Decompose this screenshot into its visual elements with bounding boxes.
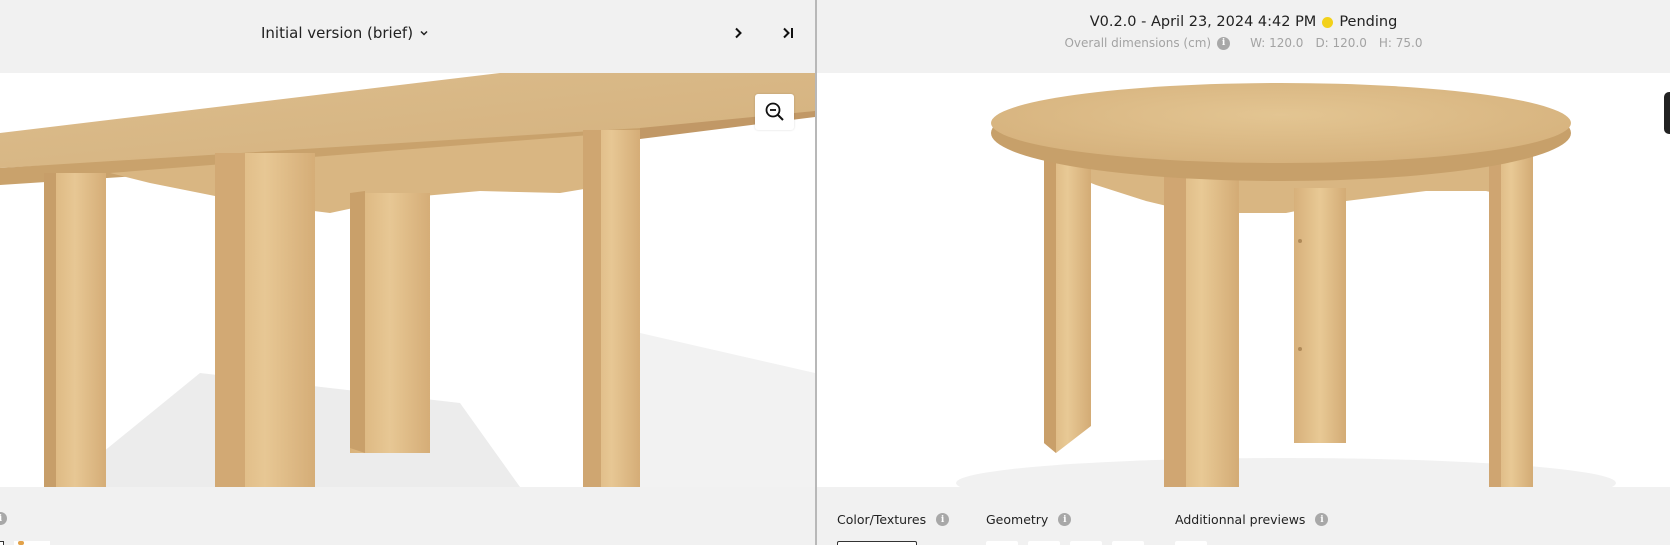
comparison-view: Initial version (brief) i V0.2.0 - April… [0, 0, 1670, 545]
next-version-button[interactable] [727, 22, 749, 44]
version-dropdown-label: Initial version (brief) [261, 24, 414, 42]
version-info: V0.2.0 - April 23, 2024 4:42 PM Pending [817, 14, 1670, 30]
tab-geometry[interactable]: Geometry i [986, 512, 1072, 527]
right-preview-image [866, 73, 1670, 487]
texture-thumbnail-selected[interactable] [837, 541, 917, 545]
dimension-depth: D: 120.0 [1315, 36, 1367, 50]
geometry-thumbnail[interactable] [1028, 541, 1060, 545]
dimensions-row: Overall dimensions (cm) i W: 120.0 D: 12… [817, 36, 1670, 50]
geometry-thumbnail[interactable] [1112, 541, 1144, 545]
skip-to-end-icon [783, 27, 793, 39]
table-closeup-render [0, 73, 815, 487]
tab-additional-previews-label: Additionnal previews [1175, 512, 1306, 527]
geometry-thumbnail[interactable] [986, 541, 1018, 545]
preview-thumbnail[interactable] [1175, 541, 1207, 545]
round-table-render [866, 73, 1670, 487]
dimension-height: H: 75.0 [1378, 36, 1423, 50]
chevron-right-icon [735, 27, 742, 39]
left-preview-image [0, 73, 815, 487]
info-icon[interactable]: i [1217, 36, 1231, 50]
chevron-down-icon [420, 30, 428, 36]
preview-margin [817, 73, 866, 487]
side-panel-handle[interactable] [1664, 92, 1670, 134]
tab-additional-previews[interactable]: Additionnal previews i [1175, 512, 1329, 527]
tab-color-textures[interactable]: Color/Textures i [837, 512, 950, 527]
tab-color-textures-label: Color/Textures [837, 512, 927, 527]
left-header: Initial version (brief) [0, 0, 815, 73]
version-title: V0.2.0 - April 23, 2024 4:42 PM [1089, 14, 1317, 30]
dimension-width: W: 120.0 [1250, 36, 1304, 50]
tab-geometry-label: Geometry [986, 512, 1049, 527]
zoom-out-button[interactable] [755, 94, 794, 130]
right-header: V0.2.0 - April 23, 2024 4:42 PM Pending … [817, 0, 1670, 73]
zoom-out-icon [765, 102, 784, 121]
info-icon[interactable]: i [1058, 513, 1072, 526]
info-icon[interactable]: i [936, 513, 950, 526]
status-indicator [1322, 16, 1334, 28]
left-footer [0, 487, 815, 545]
version-dropdown[interactable]: Initial version (brief) [261, 22, 429, 44]
info-icon[interactable]: i [1315, 513, 1329, 526]
last-version-button[interactable] [778, 22, 800, 44]
right-pane: V0.2.0 - April 23, 2024 4:42 PM Pending … [817, 0, 1670, 545]
status-label: Pending [1339, 14, 1398, 30]
texture-swatch[interactable] [0, 541, 4, 545]
dimensions-label: Overall dimensions (cm) [1064, 36, 1212, 50]
geometry-thumbnail[interactable] [1070, 541, 1102, 545]
texture-swatch-accent [18, 541, 24, 545]
left-pane: Initial version (brief) i [0, 0, 815, 545]
